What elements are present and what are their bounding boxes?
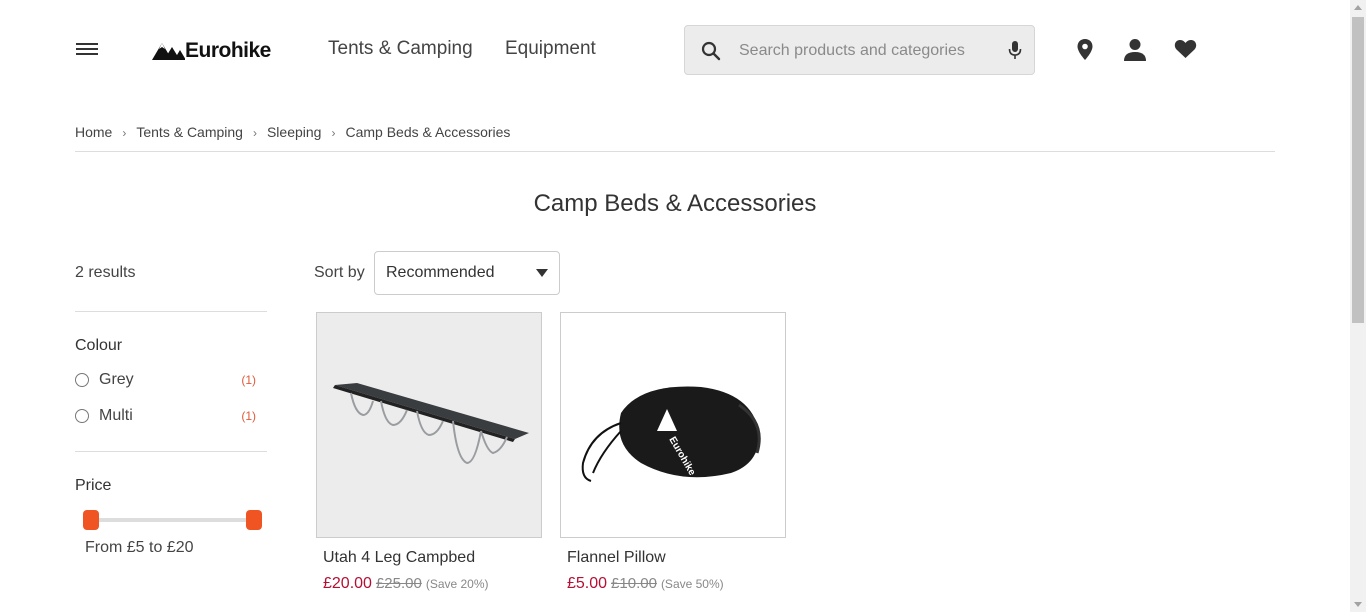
product-name[interactable]: Flannel Pillow [567, 549, 666, 567]
scrollbar-thumb[interactable] [1352, 17, 1364, 323]
price-slider-max-handle[interactable] [246, 510, 262, 530]
logo[interactable]: Eurohike [152, 36, 271, 66]
search-bar [684, 25, 1035, 75]
product-price-row: £20.00 £25.00 (Save 20%) [323, 575, 489, 593]
radio-button[interactable] [75, 373, 89, 387]
product-price: £5.00 [567, 575, 608, 592]
radio-button[interactable] [75, 409, 89, 423]
product-was-price: £25.00 [375, 575, 422, 592]
product-image[interactable] [316, 312, 542, 538]
option-label: Multi [99, 407, 133, 424]
colour-filter-heading: Colour [75, 337, 123, 354]
sort-dropdown[interactable]: Recommended [374, 251, 560, 295]
logo-mountain-icon [152, 43, 185, 60]
scroll-up-arrow-icon[interactable] [1354, 5, 1362, 10]
colour-option-grey[interactable]: Grey (1) [75, 370, 260, 392]
product-image[interactable]: Eurohike [560, 312, 786, 538]
hamburger-menu-icon[interactable] [76, 40, 98, 60]
nav-tents-camping[interactable]: Tents & Camping [328, 38, 473, 60]
heart-icon[interactable] [1174, 38, 1197, 65]
sort-selected-value: Recommended [386, 264, 495, 281]
breadcrumb-separator: › [331, 126, 336, 140]
breadcrumb-separator: › [252, 126, 257, 140]
breadcrumb-tents-camping[interactable]: Tents & Camping [136, 124, 243, 151]
product-card[interactable]: Eurohike Flannel Pillow £5.00 £10.00 (Save… [560, 312, 786, 612]
price-filter-heading: Price [75, 477, 112, 494]
logo-text: Eurohike [185, 39, 271, 62]
sort-label: Sort by [314, 264, 365, 281]
nav-equipment[interactable]: Equipment [505, 38, 596, 60]
microphone-icon[interactable] [1008, 40, 1022, 65]
breadcrumb-current: Camp Beds & Accessories [345, 124, 511, 140]
product-name[interactable]: Utah 4 Leg Campbed [323, 549, 475, 567]
breadcrumb-home[interactable]: Home [75, 124, 112, 151]
product-price: £20.00 [323, 575, 372, 592]
product-save-badge: (Save 50%) [660, 577, 724, 591]
campbed-image [333, 383, 529, 465]
colour-option-multi[interactable]: Multi (1) [75, 406, 260, 428]
price-range-label: From £5 to £20 [85, 539, 194, 556]
chevron-down-icon [536, 269, 548, 277]
location-pin-icon[interactable] [1076, 38, 1094, 67]
divider [75, 451, 267, 452]
search-input[interactable] [739, 40, 999, 62]
product-save-badge: (Save 20%) [425, 577, 489, 591]
results-count: 2 results [75, 264, 136, 281]
page-scrollbar[interactable] [1350, 0, 1366, 612]
page-title: Camp Beds & Accessories [533, 190, 817, 217]
option-label: Grey [99, 371, 134, 388]
option-count: (1) [241, 373, 256, 387]
pillow-bag-image: Eurohike [581, 386, 761, 482]
breadcrumb-separator: › [122, 126, 127, 140]
divider [75, 311, 267, 312]
price-slider-track[interactable] [90, 518, 254, 522]
option-count: (1) [241, 409, 256, 423]
search-icon[interactable] [701, 41, 721, 66]
product-card[interactable]: Utah 4 Leg Campbed £20.00 £25.00 (Save 20%… [316, 312, 542, 612]
breadcrumb-sleeping[interactable]: Sleeping [267, 124, 322, 151]
site-header: Eurohike Tents & Camping Equipment [0, 0, 1350, 100]
breadcrumb: Home › Tents & Camping › Sleeping › Camp… [75, 124, 1275, 152]
scroll-down-arrow-icon[interactable] [1354, 602, 1362, 607]
price-slider-min-handle[interactable] [83, 510, 99, 530]
product-price-row: £5.00 £10.00 (Save 50%) [567, 575, 724, 593]
account-icon[interactable] [1124, 38, 1146, 67]
product-was-price: £10.00 [611, 575, 657, 592]
